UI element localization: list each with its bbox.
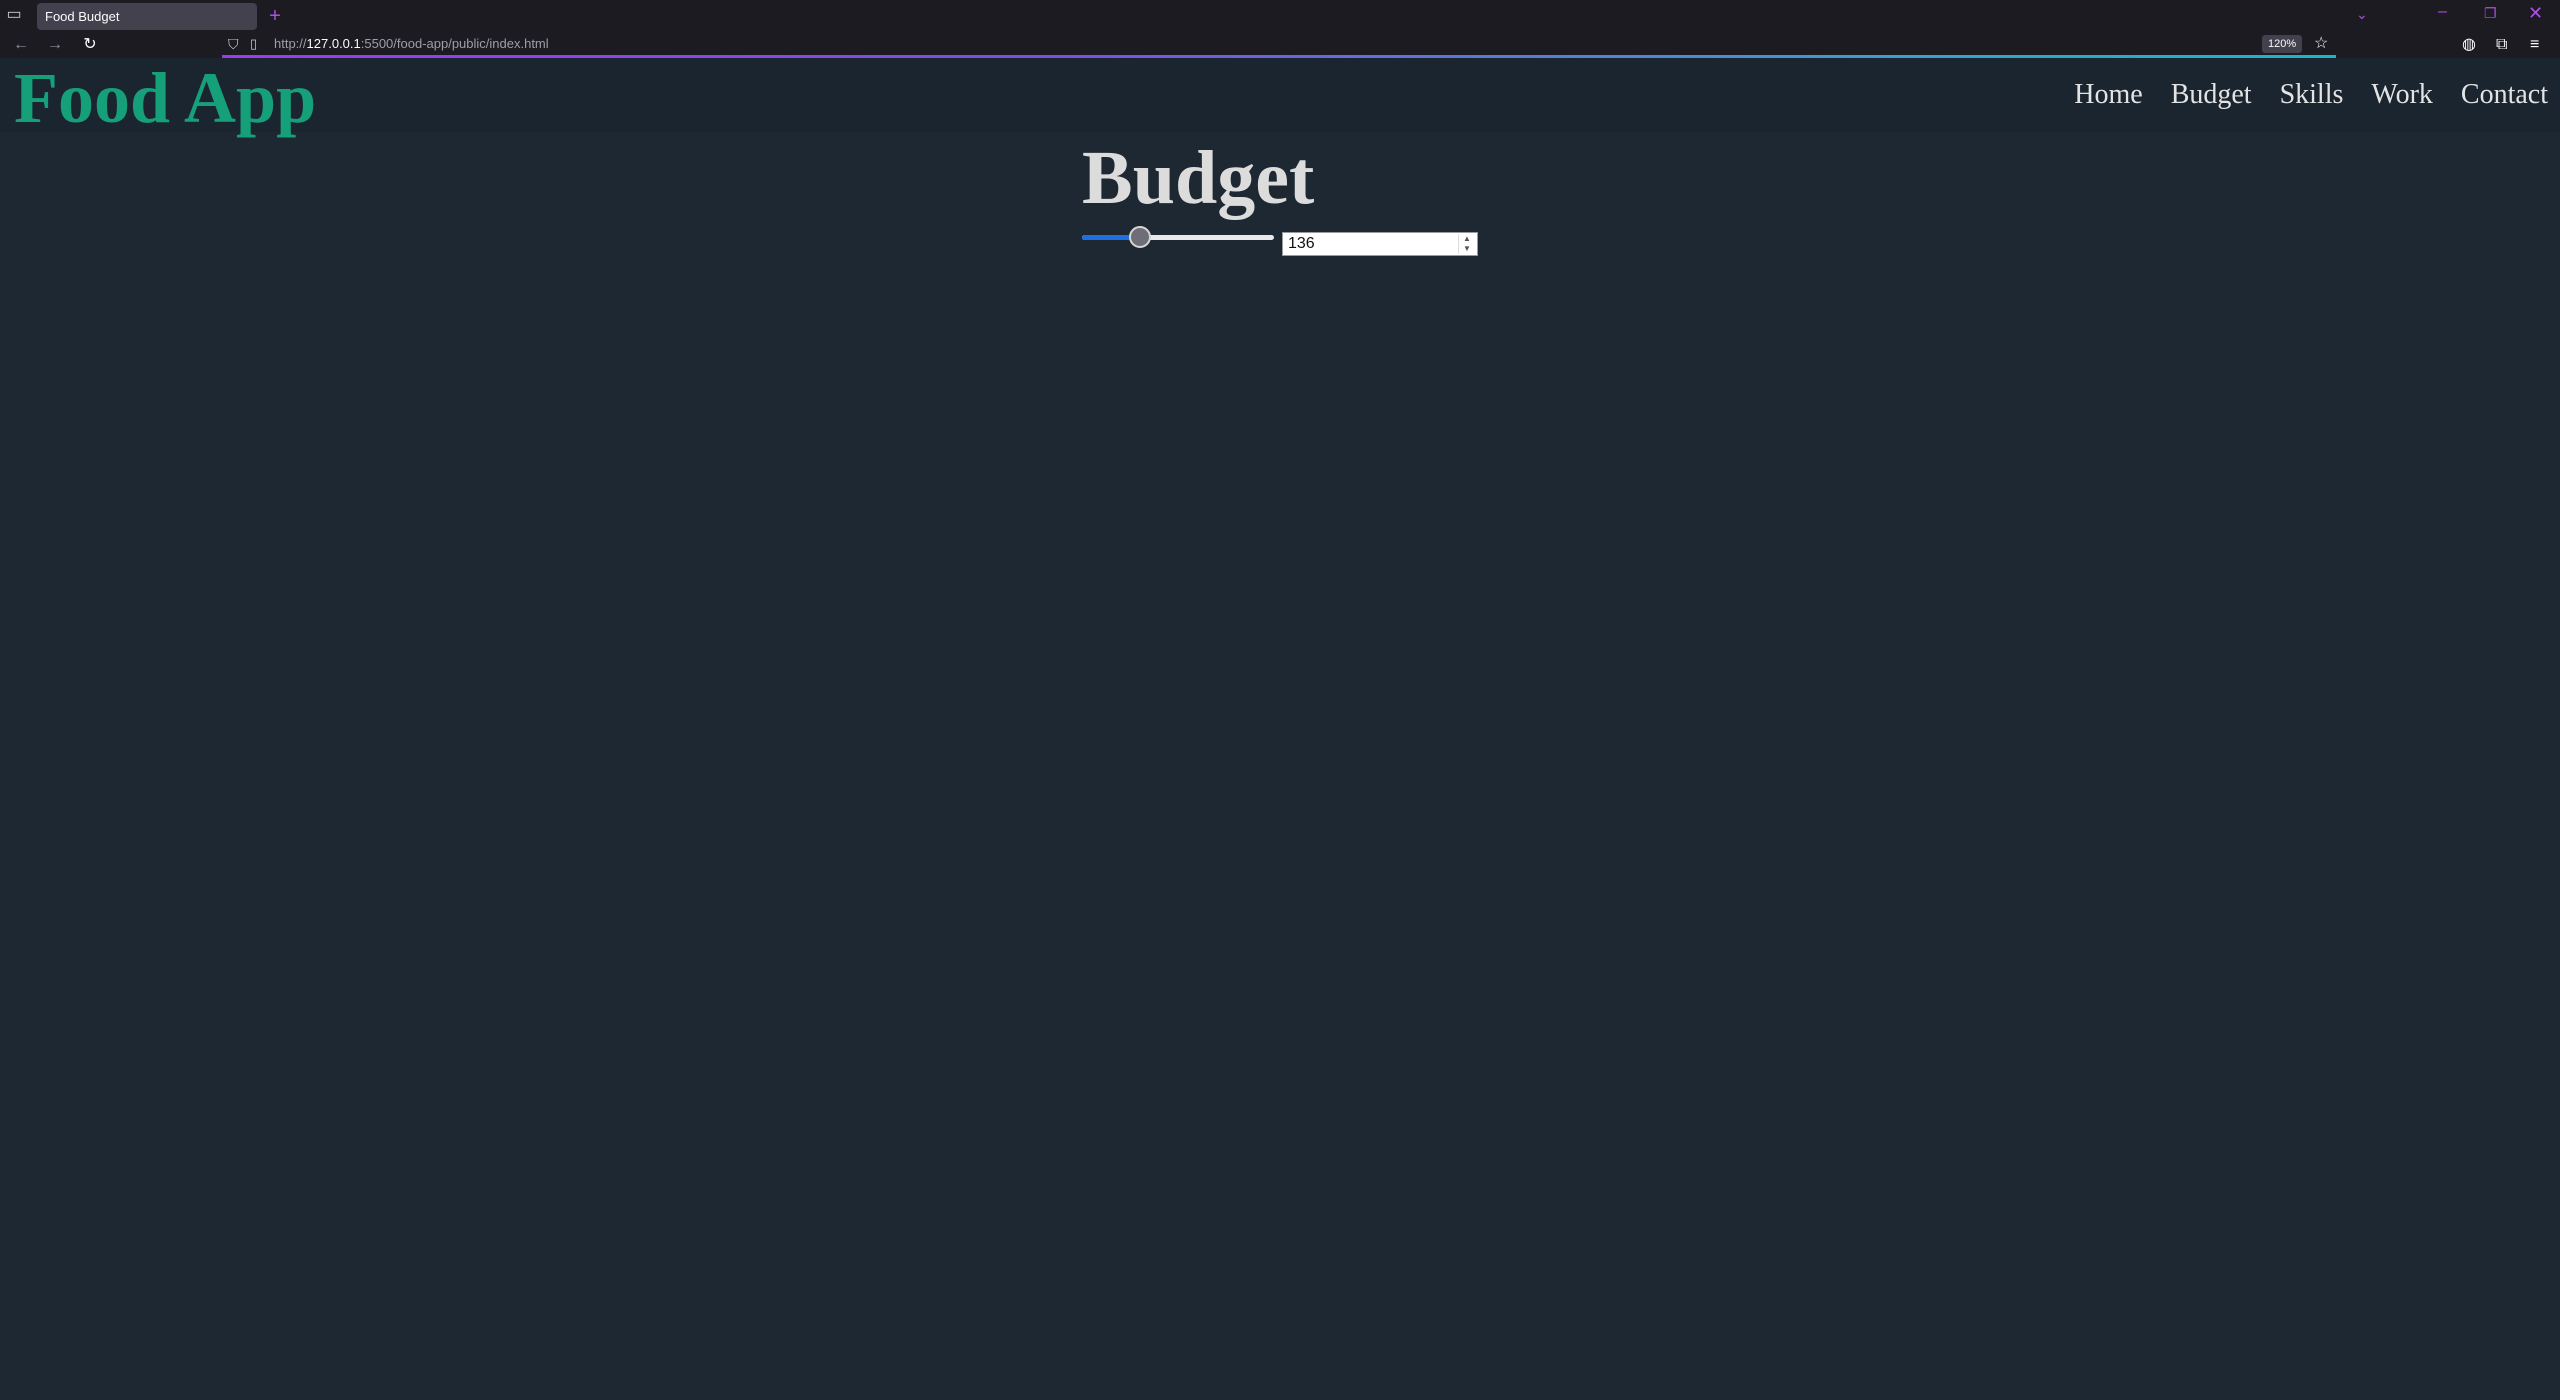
- page-title: Budget: [1082, 136, 1315, 220]
- spin-up-icon[interactable]: ▲: [1459, 234, 1475, 244]
- browser-tab[interactable]: Food Budget: [37, 3, 257, 30]
- browser-tab-bar: ▭ Food Budget + ⌄ – ❐ ✕: [0, 0, 2560, 32]
- url-path: :5500/food-app/public/index.html: [360, 36, 549, 51]
- nav-link-skills[interactable]: Skills: [2280, 79, 2344, 111]
- address-bar[interactable]: ⛉ ▯ http://127.0.0.1:5500/food-app/publi…: [222, 32, 2336, 56]
- account-icon[interactable]: ◍: [2462, 34, 2476, 56]
- tab-overview-icon[interactable]: ▭: [5, 6, 23, 24]
- zoom-level-badge[interactable]: 120%: [2262, 35, 2303, 53]
- menu-icon[interactable]: ≡: [2530, 34, 2539, 56]
- url-text[interactable]: http://127.0.0.1:5500/food-app/public/in…: [274, 32, 549, 56]
- extensions-icon[interactable]: ⧉: [2496, 34, 2507, 56]
- budget-number-input[interactable]: 136 ▲ ▼: [1282, 232, 1478, 256]
- page-info-icon[interactable]: ▯: [250, 35, 257, 53]
- url-scheme: http://: [274, 36, 307, 51]
- reload-icon[interactable]: ↻: [79, 34, 101, 56]
- close-icon[interactable]: ✕: [2528, 3, 2543, 24]
- budget-input-value: 136: [1288, 235, 1315, 252]
- number-spinner[interactable]: ▲ ▼: [1458, 234, 1475, 254]
- spin-down-icon[interactable]: ▼: [1459, 244, 1475, 254]
- restore-icon[interactable]: ❐: [2484, 5, 2497, 22]
- shield-icon[interactable]: ⛉: [228, 35, 239, 53]
- nav-link-work[interactable]: Work: [2371, 79, 2433, 111]
- browser-tab-title: Food Budget: [45, 9, 120, 24]
- tab-list-chevron-icon[interactable]: ⌄: [2356, 6, 2368, 23]
- nav-link-budget[interactable]: Budget: [2171, 79, 2252, 111]
- back-icon[interactable]: ←: [10, 34, 32, 56]
- budget-slider[interactable]: [1082, 226, 1274, 248]
- new-tab-icon[interactable]: +: [265, 4, 285, 28]
- site-header: Food App Home Budget Skills Work Contact: [0, 58, 2560, 138]
- nav-link-contact[interactable]: Contact: [2461, 79, 2548, 111]
- slider-thumb[interactable]: [1129, 226, 1151, 248]
- minimize-icon[interactable]: –: [2438, 3, 2447, 21]
- forward-icon[interactable]: →: [44, 34, 66, 56]
- url-host: 127.0.0.1: [306, 36, 361, 51]
- bookmark-star-icon[interactable]: ☆: [2314, 34, 2328, 54]
- site-nav: Home Budget Skills Work Contact: [2074, 58, 2548, 132]
- nav-link-home[interactable]: Home: [2074, 79, 2142, 111]
- site-logo[interactable]: Food App: [14, 58, 316, 138]
